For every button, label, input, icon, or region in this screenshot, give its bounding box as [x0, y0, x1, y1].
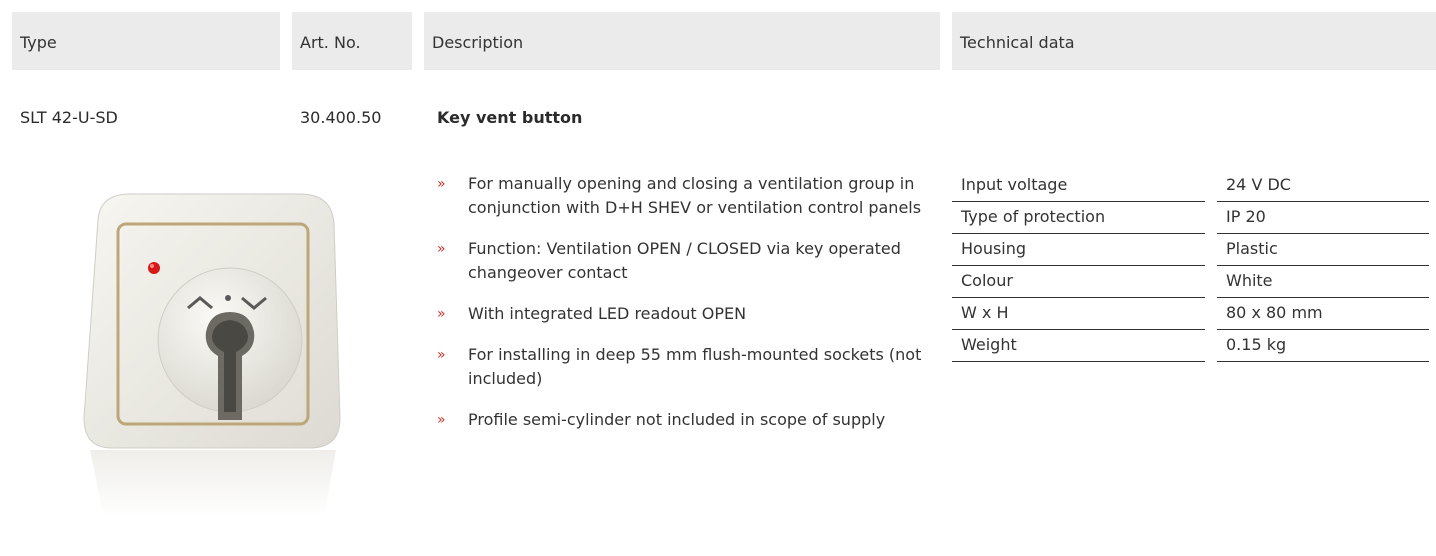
bullet-marker-icon: »	[437, 306, 446, 322]
list-item-text: Function: Ventilation OPEN / CLOSED via …	[468, 239, 901, 282]
tech-value: 80 x 80 mm	[1205, 297, 1429, 330]
tech-value: White	[1205, 265, 1429, 298]
list-item-text: Profile semi-cylinder not included in sc…	[468, 410, 886, 429]
table-row: Colour White	[952, 265, 1429, 298]
list-item: » Function: Ventilation OPEN / CLOSED via…	[437, 237, 937, 285]
list-item: » Profile semi-cylinder not included in s…	[437, 408, 937, 432]
header-type-label: Type	[20, 33, 57, 52]
key-switch-product-image	[70, 180, 360, 524]
header-technical-data-label: Technical data	[960, 33, 1075, 52]
bullet-marker-icon: »	[437, 412, 446, 428]
tech-key: Colour	[952, 265, 1211, 298]
list-item: » For manually opening and closing a vent…	[437, 172, 937, 220]
product-art-no: 30.400.50	[300, 108, 382, 127]
header-technical-data: Technical data	[952, 12, 1436, 70]
key-switch-product-photo-icon	[83, 193, 341, 518]
feature-list: » For manually opening and closing a vent…	[437, 172, 937, 449]
header-type: Type	[12, 12, 280, 70]
bullet-marker-icon: »	[437, 347, 446, 363]
tech-key: Type of protection	[952, 201, 1211, 234]
tech-value: 0.15 kg	[1205, 329, 1429, 362]
table-row: Input voltage 24 V DC	[952, 170, 1429, 202]
tech-value: 24 V DC	[1205, 170, 1429, 202]
header-description: Description	[424, 12, 940, 70]
table-row: Type of protection IP 20	[952, 201, 1429, 234]
tech-key: W x H	[952, 297, 1211, 330]
table-row: Weight 0.15 kg	[952, 329, 1429, 362]
technical-data-table: Input voltage 24 V DC Type of protection I…	[952, 170, 1429, 362]
bullet-marker-icon: »	[437, 241, 446, 257]
bullet-marker-icon: »	[437, 176, 446, 192]
header-art-no-label: Art. No.	[300, 33, 361, 52]
tech-value: IP 20	[1205, 201, 1429, 234]
tech-value: Plastic	[1205, 233, 1429, 266]
tech-key: Input voltage	[952, 170, 1211, 202]
tech-key: Housing	[952, 233, 1211, 266]
product-title: Key vent button	[437, 108, 583, 127]
table-row: W x H 80 x 80 mm	[952, 297, 1429, 330]
header-description-label: Description	[432, 33, 524, 52]
list-item: » With integrated LED readout OPEN	[437, 302, 937, 326]
list-item-text: For installing in deep 55 mm flush-mount…	[468, 345, 922, 388]
list-item-text: With integrated LED readout OPEN	[468, 304, 747, 323]
table-row: Housing Plastic	[952, 233, 1429, 266]
product-type: SLT 42-U-SD	[20, 108, 118, 127]
header-art-no: Art. No.	[292, 12, 412, 70]
list-item-text: For manually opening and closing a venti…	[468, 174, 922, 217]
tech-key: Weight	[952, 329, 1211, 362]
list-item: » For installing in deep 55 mm flush-moun…	[437, 343, 937, 391]
